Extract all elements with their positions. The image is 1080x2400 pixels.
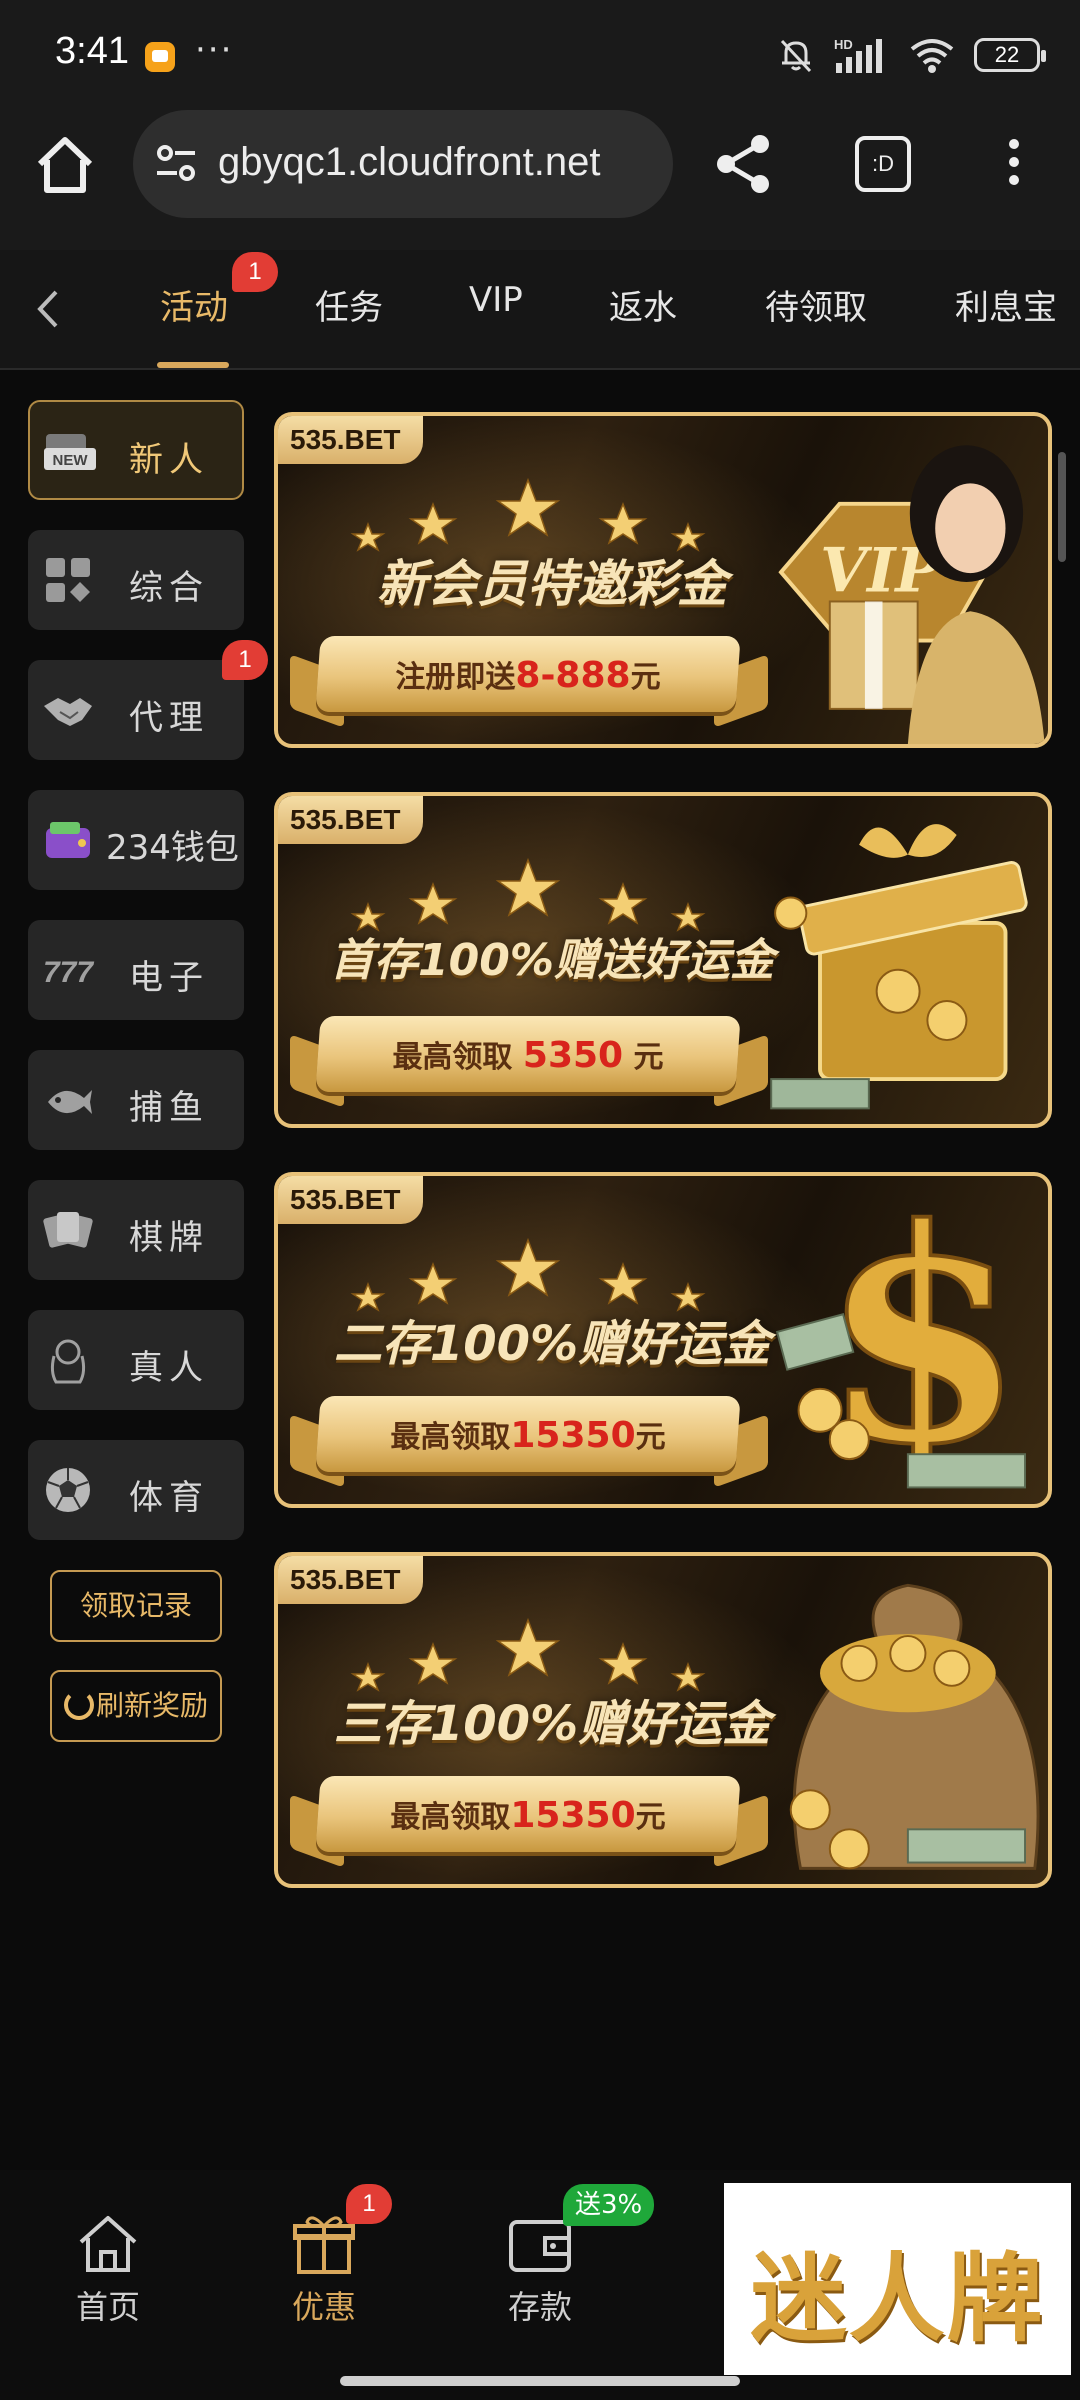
sidebar-item-cards[interactable]: 棋牌: [28, 1180, 244, 1280]
sidebar-item-live[interactable]: 真人: [28, 1310, 244, 1410]
sidebar-item-label: 真人: [129, 1348, 209, 1388]
banner-amount: 5350: [522, 1035, 624, 1076]
dealer-icon: [50, 1339, 86, 1384]
wallet-icon: [46, 822, 90, 858]
deposit-bonus-tag: 送3%: [563, 2184, 655, 2226]
status-bar: 3:41 ··· HD 22: [0, 0, 1080, 110]
category-tabs: 活动 1 任务 VIP 返水 待领取 利息宝: [0, 250, 1080, 370]
tab-interest[interactable]: 利息宝: [955, 280, 1057, 329]
svg-text:NEW: NEW: [53, 452, 89, 469]
banner-offer: 注册即送8-888元: [395, 655, 661, 696]
battery-indicator: 22: [974, 38, 1046, 72]
promo-banner-third-deposit[interactable]: 535.BET 三存100%赠好运金 最高领取15350元: [274, 1552, 1052, 1888]
sidebar-item-label: 新人: [129, 440, 209, 480]
notification-app-icon: [145, 42, 175, 72]
nav-deposit-label: 存款: [507, 2288, 572, 2326]
tab-rebate[interactable]: 返水: [609, 280, 677, 329]
new-icon: NEW: [44, 434, 96, 470]
svg-text:777: 777: [43, 956, 94, 989]
nav-promotions-label: 优惠: [291, 2288, 356, 2326]
home-gesture-bar[interactable]: [340, 2376, 740, 2386]
more-notifications-icon: ···: [195, 30, 234, 70]
tab-vip[interactable]: VIP: [469, 280, 523, 320]
site-settings-icon[interactable]: [153, 140, 199, 186]
sidebar-item-fishing[interactable]: 捕鱼: [28, 1050, 244, 1150]
tab-tasks[interactable]: 任务: [315, 280, 383, 329]
sidebar-item-label: 电子: [129, 958, 209, 998]
claim-history-button[interactable]: 领取记录: [50, 1570, 222, 1642]
network-label: HD: [834, 37, 853, 52]
status-icons: HD 22: [776, 30, 1046, 80]
browser-toolbar: gbyqc1.cloudfront.net :D: [0, 110, 1080, 250]
handshake-icon: [44, 698, 92, 726]
banner-amount: 15350: [510, 1415, 636, 1456]
nav-promotions-badge: 1: [346, 2184, 392, 2224]
banner-offer: 最高领取 5350 元: [392, 1035, 664, 1076]
home-icon[interactable]: [30, 130, 100, 200]
sidebar-item-slots[interactable]: 777 电子: [28, 920, 244, 1020]
scrollbar[interactable]: [1058, 452, 1066, 562]
sidebar-item-label: 棋牌: [129, 1218, 209, 1258]
stars-decoration: [350, 857, 706, 932]
cards-icon: [43, 1212, 93, 1248]
nav-home[interactable]: 首页: [38, 2210, 178, 2328]
url-text[interactable]: gbyqc1.cloudfront.net: [218, 140, 600, 185]
banner-amount: 8-888: [515, 655, 631, 696]
stars-decoration: [350, 1237, 706, 1312]
status-time: 3:41: [55, 30, 129, 72]
home-icon: [79, 2216, 137, 2272]
chevron-left-icon[interactable]: [28, 284, 68, 334]
refresh-rewards-button[interactable]: 刷新奖励: [50, 1670, 222, 1742]
sidebar-item-agent[interactable]: 代理: [28, 660, 244, 760]
promo-banner-first-deposit[interactable]: 535.BET 首存100%赠送好运金 最高领取 5350 元: [274, 792, 1052, 1128]
banner-title: 首存100%赠送好运金: [330, 935, 774, 986]
tab-pending[interactable]: 待领取: [765, 280, 867, 329]
active-tab-indicator: [157, 362, 229, 368]
nav-deposit[interactable]: 存款: [470, 2210, 610, 2328]
banner-title: 二存100%赠好运金: [333, 1316, 771, 1372]
banner-title: 新会员特邀彩金: [377, 555, 727, 613]
refresh-rewards-label: 刷新奖励: [95, 1689, 208, 1722]
watermark-logo-text: 迷人牌: [750, 2243, 1045, 2355]
brand-tag: 535.BET: [278, 796, 423, 844]
nav-promotions[interactable]: 优惠: [254, 2210, 394, 2328]
wifi-icon: [910, 39, 954, 73]
promo-banner-new-member[interactable]: VIP 535.BET 新会员特邀彩金 注册即送8-888元: [274, 412, 1052, 748]
banner-title: 三存100%赠好运金: [333, 1696, 771, 1752]
share-icon[interactable]: [708, 128, 780, 200]
tab-switcher-button[interactable]: :D: [855, 136, 911, 192]
watermark-logo: 迷人牌: [724, 2183, 1071, 2375]
nav-home-label: 首页: [75, 2288, 140, 2326]
stars-decoration: [350, 1617, 706, 1692]
sidebar-item-sports[interactable]: 体育: [28, 1440, 244, 1540]
sidebar-item-label: 代理: [129, 698, 209, 738]
sidebar-item-label: 234钱包: [106, 828, 239, 868]
grid-icon: [46, 558, 90, 602]
tab-activities-badge: 1: [232, 252, 278, 292]
address-bar[interactable]: gbyqc1.cloudfront.net: [133, 110, 673, 218]
stars-decoration: [350, 477, 706, 552]
banner-offer: 最高领取15350元: [390, 1795, 666, 1836]
sidebar-item-newcomer[interactable]: NEW 新人: [28, 400, 244, 500]
signal-icon: HD: [834, 37, 882, 73]
sidebar-item-label: 捕鱼: [129, 1088, 209, 1128]
more-options-icon[interactable]: [996, 134, 1032, 194]
tab-activities[interactable]: 活动: [160, 280, 228, 329]
sidebar-item-wallet[interactable]: 234钱包: [28, 790, 244, 890]
sidebar-item-general[interactable]: 综合: [28, 530, 244, 630]
slot-777-icon: 777: [43, 956, 94, 989]
brand-tag: 535.BET: [278, 1176, 423, 1224]
sidebar-item-label: 体育: [129, 1478, 209, 1518]
sidebar-agent-badge: 1: [222, 640, 268, 680]
brand-tag: 535.BET: [278, 416, 423, 464]
promo-banner-second-deposit[interactable]: $ 535.BET 二存100%赠好运金 最高领取15350元: [274, 1172, 1052, 1508]
brand-tag: 535.BET: [278, 1556, 423, 1604]
banner-amount: 15350: [510, 1795, 636, 1836]
sidebar-item-label: 综合: [129, 568, 209, 608]
mute-bell-icon: [780, 39, 812, 73]
soccer-ball-icon: [46, 1468, 90, 1512]
banner-offer: 最高领取15350元: [390, 1415, 666, 1456]
fish-icon: [48, 1090, 92, 1114]
refresh-icon: [63, 1690, 94, 1720]
